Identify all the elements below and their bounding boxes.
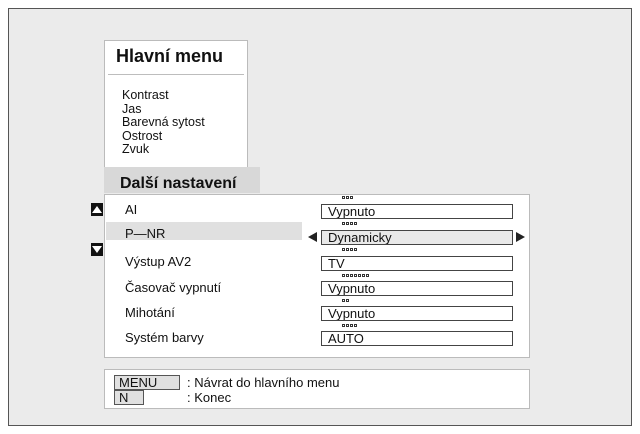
setting-dots-p-nr [342,222,357,226]
menu-item-jas[interactable]: Jas [122,102,205,117]
setting-dots-system-barvy [342,324,357,328]
setting-value-vystup-av2[interactable]: TV [321,256,513,271]
setting-label-casovac-vypnuti: Časovač vypnutí [125,280,222,295]
setting-label-p-nr: P—NR [125,226,166,241]
n-key-description: : Konec [187,390,232,405]
menu-key-description: : Návrat do hlavního menu [187,375,340,390]
setting-dots-mihotani [342,299,349,303]
setting-label-mihotani: Mihotání [125,305,175,320]
setting-label-system-barvy: Systém barvy [125,330,204,345]
setting-dots-ai [342,196,353,200]
main-menu-title: Hlavní menu [116,46,224,66]
scroll-down-icon[interactable] [91,243,103,256]
setting-dots-vystup-av2 [342,248,357,252]
setting-value-p-nr[interactable]: Dynamicky [321,230,513,245]
setting-label-vystup-av2: Výstup AV2 [125,254,192,269]
scroll-up-icon[interactable] [91,203,103,216]
main-menu-divider [108,74,244,75]
right-triangle-icon[interactable] [516,232,525,242]
main-menu-list: Kontrast Jas Barevná sytost Ostrost Zvuk [122,88,205,157]
setting-value-casovac-vypnuti[interactable]: Vypnuto [321,281,513,296]
setting-value-system-barvy[interactable]: AUTO [321,331,513,346]
menu-item-kontrast[interactable]: Kontrast [122,88,205,103]
setting-label-ai: AI [125,202,138,217]
setting-value-ai[interactable]: Vypnuto [321,204,513,219]
menu-key[interactable]: MENU [114,375,180,390]
submenu-title[interactable]: Další nastavení [104,167,260,193]
menu-item-zvuk[interactable]: Zvuk [122,142,205,157]
n-key[interactable]: N [114,390,144,405]
menu-item-ostrost[interactable]: Ostrost [122,129,205,144]
setting-value-mihotani[interactable]: Vypnuto [321,306,513,321]
setting-dots-casovac-vypnuti [342,274,369,278]
left-triangle-icon[interactable] [308,232,317,242]
menu-item-barevna-sytost[interactable]: Barevná sytost [122,115,205,130]
